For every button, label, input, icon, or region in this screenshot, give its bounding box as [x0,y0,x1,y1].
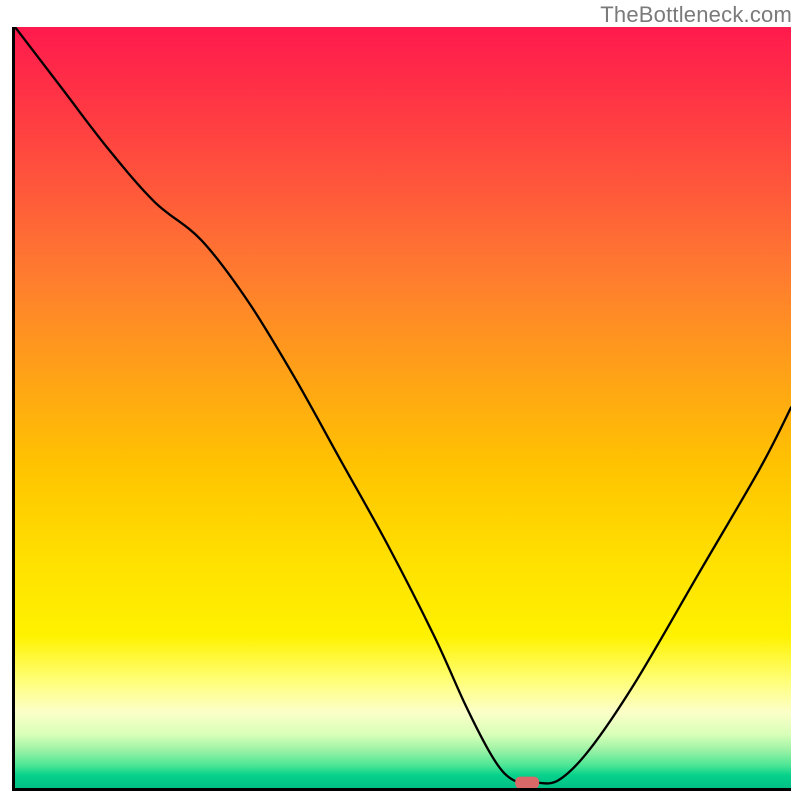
chart-container: TheBottleneck.com [0,0,800,800]
bottleneck-curve [15,27,791,783]
optimum-marker [515,777,539,788]
watermark-text: TheBottleneck.com [600,2,792,28]
plot-area [12,27,791,791]
curve-svg [15,27,791,788]
